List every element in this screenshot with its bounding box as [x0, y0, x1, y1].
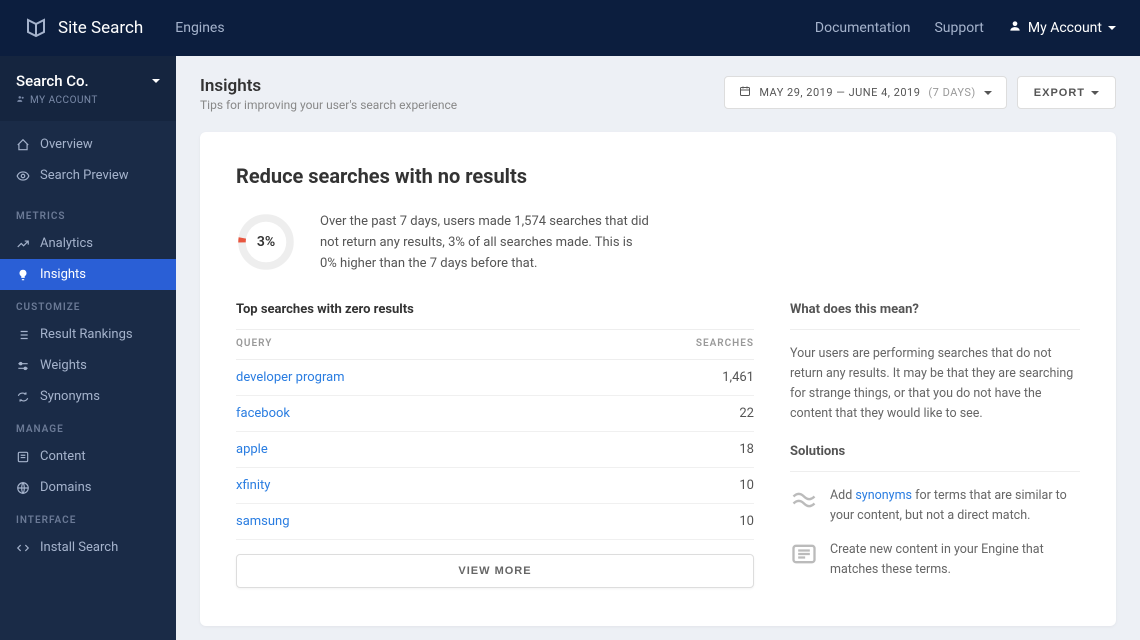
view-more-button[interactable]: VIEW MORE [236, 554, 754, 588]
sidebar-item-label: Insights [40, 267, 86, 282]
donut-chart: 3% [236, 212, 296, 272]
sidebar-item-result-rankings[interactable]: Result Rankings [0, 319, 176, 350]
synonym-icon [790, 486, 818, 514]
sidebar-item-label: Synonyms [40, 389, 100, 404]
card-title: Reduce searches with no results [236, 164, 1080, 188]
support-link[interactable]: Support [934, 20, 983, 36]
page-subtitle: Tips for improving your user's search ex… [200, 98, 457, 112]
chart-icon [16, 237, 30, 251]
logo-icon [24, 16, 48, 40]
query-link[interactable]: xfinity [236, 478, 270, 493]
search-count: 10 [739, 478, 754, 493]
home-icon [16, 138, 30, 152]
chevron-down-icon [984, 91, 992, 95]
sidebar-item-overview[interactable]: Overview [0, 129, 176, 160]
sidebar-item-insights[interactable]: Insights [0, 259, 176, 290]
search-count: 10 [739, 514, 754, 529]
sidebar-item-label: Install Search [40, 540, 118, 555]
query-link[interactable]: facebook [236, 406, 290, 421]
table-title: Top searches with zero results [236, 302, 754, 329]
eye-icon [16, 169, 30, 183]
search-count: 18 [739, 442, 754, 457]
chevron-down-icon [1091, 91, 1099, 95]
sidebar-item-install-search[interactable]: Install Search [0, 532, 176, 563]
account-menu[interactable]: My Account [1008, 19, 1116, 37]
sidebar-item-content[interactable]: Content [0, 441, 176, 472]
sidebar-heading-interface: INTERFACE [0, 503, 176, 532]
query-link[interactable]: apple [236, 442, 268, 457]
sidebar-item-domains[interactable]: Domains [0, 472, 176, 503]
info-text: Your users are performing searches that … [790, 344, 1080, 424]
sidebar-item-label: Weights [40, 358, 87, 373]
export-label: EXPORT [1034, 87, 1085, 99]
table-row: facebook 22 [236, 396, 754, 432]
sidebar-company-selector[interactable]: Search Co. MY ACCOUNT [0, 56, 176, 121]
solution-text: Create new content in your Engine that m… [830, 540, 1080, 580]
users-icon [16, 94, 26, 107]
table-row: developer program 1,461 [236, 360, 754, 396]
synonyms-link[interactable]: synonyms [855, 488, 912, 503]
sidebar-item-label: Analytics [40, 236, 93, 251]
sync-icon [16, 390, 30, 404]
calendar-icon [739, 85, 751, 100]
query-link[interactable]: samsung [236, 514, 290, 529]
file-icon [16, 450, 30, 464]
user-icon [1008, 19, 1022, 37]
date-range-picker[interactable]: MAY 29, 2019 — JUNE 4, 2019 (7 DAYS) [724, 76, 1006, 109]
date-range-text: MAY 29, 2019 — JUNE 4, 2019 [759, 86, 920, 99]
date-days: (7 DAYS) [928, 86, 975, 99]
sidebar-item-label: Domains [40, 480, 91, 495]
page-title: Insights [200, 76, 457, 96]
sidebar-item-weights[interactable]: Weights [0, 350, 176, 381]
sidebar-item-synonyms[interactable]: Synonyms [0, 381, 176, 412]
company-name: Search Co. [16, 72, 89, 90]
sidebar-heading-manage: MANAGE [0, 412, 176, 441]
search-count: 22 [739, 406, 754, 421]
sidebar-item-label: Result Rankings [40, 327, 133, 342]
logo[interactable]: Site Search [24, 16, 143, 40]
sidebar-item-analytics[interactable]: Analytics [0, 228, 176, 259]
chevron-down-icon [1108, 26, 1116, 30]
globe-icon [16, 481, 30, 495]
export-button[interactable]: EXPORT [1017, 76, 1116, 109]
solution-text: Add synonyms for terms that are similar … [830, 486, 1080, 526]
account-label: My Account [1028, 20, 1102, 36]
docs-link[interactable]: Documentation [815, 20, 911, 36]
info-title: What does this mean? [790, 302, 1080, 330]
table-row: samsung 10 [236, 504, 754, 540]
sidebar-item-label: Search Preview [40, 168, 129, 183]
col-searches: SEARCHES [696, 338, 754, 349]
sidebar-item-label: Overview [40, 137, 93, 152]
sliders-icon [16, 359, 30, 373]
sidebar-item-search-preview[interactable]: Search Preview [0, 160, 176, 191]
search-count: 1,461 [722, 370, 754, 385]
card-intro-text: Over the past 7 days, users made 1,574 s… [320, 212, 650, 274]
sidebar-heading-metrics: METRICS [0, 199, 176, 228]
lightbulb-icon [16, 268, 30, 282]
account-sub: MY ACCOUNT [30, 95, 98, 106]
sidebar-item-label: Content [40, 449, 86, 464]
col-query: QUERY [236, 338, 272, 349]
chevron-down-icon [152, 79, 160, 83]
logo-text: Site Search [58, 18, 143, 38]
sidebar-heading-customize: CUSTOMIZE [0, 290, 176, 319]
table-row: xfinity 10 [236, 468, 754, 504]
list-icon [16, 328, 30, 342]
donut-percentage: 3% [257, 234, 275, 250]
solutions-title: Solutions [790, 444, 1080, 472]
code-icon [16, 541, 30, 555]
content-icon [790, 540, 818, 568]
query-link[interactable]: developer program [236, 370, 345, 385]
table-row: apple 18 [236, 432, 754, 468]
no-results-card: Reduce searches with no results 3% Over … [200, 132, 1116, 626]
engines-link[interactable]: Engines [175, 20, 224, 36]
